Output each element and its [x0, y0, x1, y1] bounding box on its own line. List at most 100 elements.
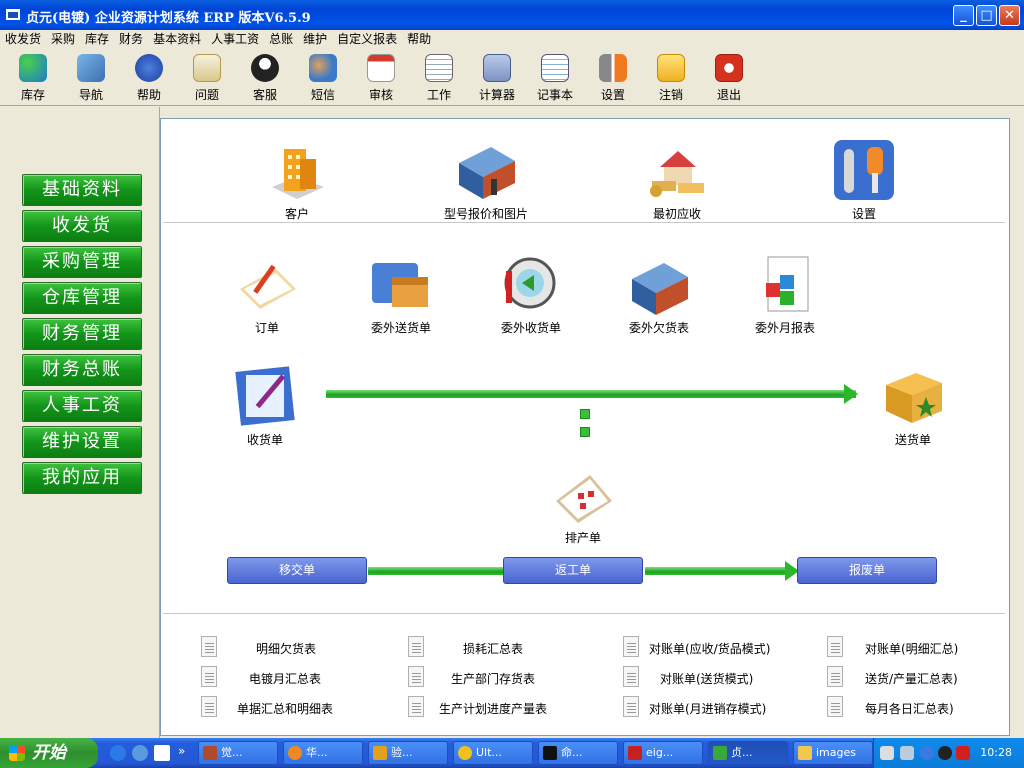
menu-help[interactable]: 帮助	[402, 30, 436, 48]
outsourced-delivery-item[interactable]: 委外送货单	[361, 253, 441, 336]
nav-hr-payroll[interactable]: 人事工资	[22, 390, 142, 422]
order-pen-icon	[240, 264, 296, 309]
maximize-button[interactable]: □	[976, 5, 997, 26]
calculator-icon	[483, 54, 511, 82]
outsourced-shortage-item[interactable]: 委外欠货表	[619, 253, 699, 336]
receipt-pen-icon	[235, 366, 295, 426]
desktop-icon[interactable]	[154, 745, 170, 761]
production-schedule-item[interactable]: 排产单	[543, 461, 623, 546]
menu-custom-reports[interactable]: 自定义报表	[332, 30, 402, 48]
taskbar-item[interactable]: 验...	[368, 741, 448, 765]
toolbar-service-button[interactable]: 客服	[240, 54, 290, 103]
taskbar-item[interactable]: Ult...	[453, 741, 533, 765]
toolbar-notepad-button[interactable]: 记事本	[530, 54, 580, 103]
notepad-icon	[541, 54, 569, 82]
app-icon	[458, 746, 472, 760]
menu-basic-data[interactable]: 基本资料	[148, 30, 206, 48]
nav-maintenance-settings[interactable]: 维护设置	[22, 426, 142, 458]
toolbar-inventory-button[interactable]: 库存	[8, 54, 58, 103]
qq-penguin-icon[interactable]	[938, 746, 952, 760]
filezilla-icon	[628, 746, 642, 760]
nav-my-apps[interactable]: 我的应用	[22, 462, 142, 494]
taskbar-item[interactable]: 命...	[538, 741, 618, 765]
windows-logo-icon	[9, 745, 25, 761]
browser-icon[interactable]	[132, 745, 148, 761]
minimize-button[interactable]: _	[953, 5, 974, 26]
nav-warehouse-management[interactable]: 仓库管理	[22, 282, 142, 314]
scrap-note-button[interactable]: 报废单	[797, 557, 937, 584]
menu-hr-payroll[interactable]: 人事工资	[206, 30, 264, 48]
receipt-note-item[interactable]: 收货单	[225, 363, 305, 448]
document-icon	[623, 696, 639, 717]
toolbar-work-button[interactable]: 工作	[414, 54, 464, 103]
app-icon	[6, 9, 20, 20]
calendar-icon	[425, 54, 453, 82]
calendar-check-icon	[367, 54, 395, 82]
outsourced-receipt-item[interactable]: 委外收货单	[491, 253, 571, 336]
window-title: 贞元(电镀) 企业资源计划系统 ERP 版本V6.5.9	[26, 11, 311, 26]
menu-maintenance[interactable]: 维护	[298, 30, 332, 48]
flow-arrow-1	[368, 567, 504, 575]
taskbar-item[interactable]: 华...	[283, 741, 363, 765]
flow-arrow-main	[326, 390, 856, 398]
order-item[interactable]: 订单	[227, 255, 307, 336]
tools-icon	[599, 54, 627, 82]
flow-dot	[580, 409, 590, 419]
delivery-note-item[interactable]: 送货单	[873, 367, 953, 448]
settings-item[interactable]: 设置	[824, 137, 904, 222]
qq-penguin-icon	[251, 54, 279, 82]
toolbar-question-button[interactable]: 问题	[182, 54, 232, 103]
left-nav-pane: 基础资料 收发货 采购管理 仓库管理 财务管理 财务总账 人事工资 维护设置 我…	[0, 107, 160, 738]
erp-window: 贞元(电镀) 企业资源计划系统 ERP 版本V6.5.9 _ □ ✕ 收发货 采购…	[0, 0, 1024, 738]
menu-finance[interactable]: 财务	[114, 30, 148, 48]
toolbar-logout-button[interactable]: 注销	[646, 54, 696, 103]
ie-icon[interactable]	[110, 745, 126, 761]
section-divider	[163, 613, 1005, 614]
menu-ledger[interactable]: 总账	[264, 30, 298, 48]
toolbar-sms-button[interactable]: 短信	[298, 54, 348, 103]
chevron-right-icon[interactable]: »	[178, 744, 185, 758]
menu-inventory[interactable]: 库存	[80, 30, 114, 48]
document-icon	[623, 636, 639, 657]
document-icon	[827, 696, 843, 717]
transfer-note-button[interactable]: 移交单	[227, 557, 367, 584]
flow-arrow-2	[645, 567, 785, 575]
expand-tray-icon[interactable]	[920, 746, 934, 760]
menu-shipping[interactable]: 收发货	[0, 30, 46, 48]
taskbar-item[interactable]: eig...	[623, 741, 703, 765]
section-divider	[163, 222, 1005, 223]
toolbar-settings-button[interactable]: 设置	[588, 54, 638, 103]
customer-item[interactable]: 客户	[257, 137, 337, 222]
outsourced-monthly-item[interactable]: 委外月报表	[745, 253, 825, 336]
taskbar-item[interactable]: 觉...	[198, 741, 278, 765]
nav-shipping[interactable]: 收发货	[22, 210, 142, 242]
document-icon	[408, 666, 424, 687]
model-quote-item[interactable]: 型号报价和图片	[431, 137, 541, 222]
network-icon[interactable]	[900, 746, 914, 760]
toolbar-navigation-button[interactable]: 导航	[66, 54, 116, 103]
antivirus-icon[interactable]	[956, 746, 970, 760]
nav-basic-data[interactable]: 基础资料	[22, 174, 142, 206]
menu-purchase[interactable]: 采购	[46, 30, 80, 48]
nav-general-ledger[interactable]: 财务总账	[22, 354, 142, 386]
system-tray: 10:28	[873, 738, 1024, 768]
close-button[interactable]: ✕	[999, 5, 1020, 26]
toolbar-help-button[interactable]: 帮助	[124, 54, 174, 103]
title-bar[interactable]: 贞元(电镀) 企业资源计划系统 ERP 版本V6.5.9 _ □ ✕	[0, 0, 1024, 30]
folder-book-icon	[632, 263, 688, 315]
nav-finance-management[interactable]: 财务管理	[22, 318, 142, 350]
toolbar-exit-button[interactable]: 退出	[704, 54, 754, 103]
app-icon	[203, 746, 217, 760]
toolbar: 库存 导航 帮助 问题 客服 短信 审核 工作 计算器 记事本 设置 注销 退出	[0, 50, 1024, 106]
taskbar-item[interactable]: images	[793, 741, 873, 765]
keyboard-icon[interactable]	[880, 746, 894, 760]
toolbar-audit-button[interactable]: 审核	[356, 54, 406, 103]
start-button[interactable]: 开始	[0, 738, 98, 768]
main-panel: 客户 型号报价和图片 最初应收 设置 订单 委外送货单 委外收货单 委外欠货表 …	[160, 118, 1010, 736]
initial-receivable-item[interactable]: 最初应收	[637, 137, 717, 222]
nav-purchase-management[interactable]: 采购管理	[22, 246, 142, 278]
users-icon	[309, 54, 337, 82]
rework-note-button[interactable]: 返工单	[503, 557, 643, 584]
toolbar-calculator-button[interactable]: 计算器	[472, 54, 522, 103]
taskbar-item-active[interactable]: 贞...	[708, 741, 788, 765]
